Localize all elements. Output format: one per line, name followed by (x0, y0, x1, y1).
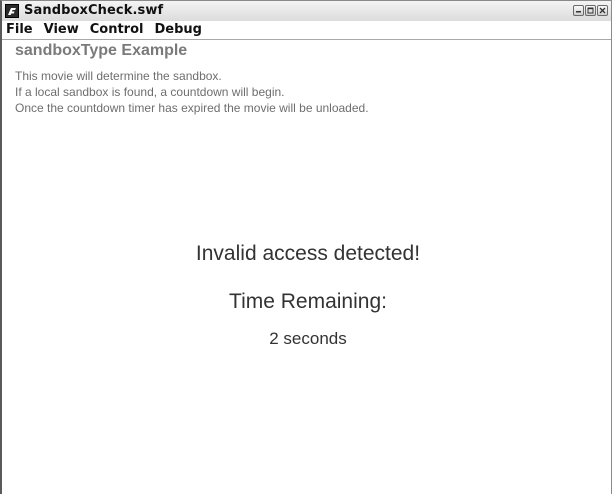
description-line: This movie will determine the sandbox. (15, 69, 222, 83)
window-title: SandboxCheck.swf (24, 3, 164, 18)
menu-view[interactable]: View (39, 21, 85, 39)
title-bar[interactable]: SandboxCheck.swf (2, 1, 611, 22)
menu-debug[interactable]: Debug (149, 21, 207, 39)
description-line: If a local sandbox is found, a countdown… (15, 85, 285, 99)
menu-control[interactable]: Control (85, 21, 150, 39)
time-remaining-label: Time Remaining: (229, 290, 387, 313)
description-line: Once the countdown timer has expired the… (15, 101, 369, 115)
menu-bar: File View Control Debug (2, 21, 611, 40)
close-icon[interactable] (597, 5, 608, 16)
flash-player-icon[interactable] (5, 4, 19, 18)
player-window: SandboxCheck.swf File View Control Debug… (0, 0, 612, 494)
minimize-icon[interactable] (573, 5, 584, 16)
example-heading: sandboxType Example (15, 42, 188, 59)
maximize-icon[interactable] (585, 5, 596, 16)
invalid-access-message: Invalid access detected! (195, 242, 421, 265)
window-controls (573, 5, 608, 16)
time-remaining-value: 2 seconds (269, 329, 347, 348)
menu-file[interactable]: File (2, 21, 39, 39)
